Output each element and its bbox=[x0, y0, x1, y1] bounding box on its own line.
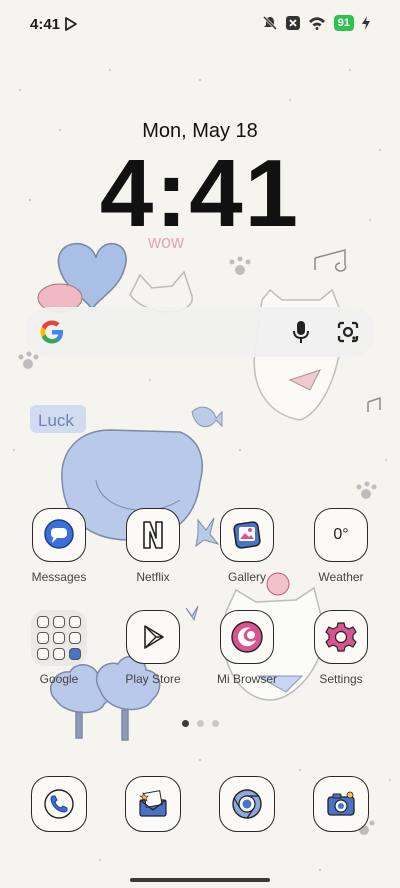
netflix-icon bbox=[126, 508, 180, 562]
page-dot-3[interactable] bbox=[211, 720, 219, 727]
weather-temperature: 0° bbox=[333, 526, 349, 543]
app-label: Netflix bbox=[136, 570, 170, 584]
dock-mail[interactable] bbox=[106, 776, 200, 832]
app-netflix[interactable]: Netflix bbox=[106, 508, 200, 584]
app-gallery[interactable]: Gallery bbox=[200, 508, 294, 584]
status-icons: 91 bbox=[262, 14, 370, 32]
app-label: Google bbox=[39, 672, 79, 686]
home-indicator[interactable] bbox=[130, 878, 270, 882]
svg-text:Luck: Luck bbox=[38, 411, 74, 430]
chrome-icon bbox=[219, 776, 275, 832]
weather-icon: 0° bbox=[314, 508, 368, 562]
app-play-store[interactable]: Play Store bbox=[106, 610, 200, 686]
mail-icon bbox=[125, 776, 181, 832]
app-label: Gallery bbox=[227, 570, 266, 584]
app-label: Messages bbox=[31, 570, 87, 584]
camera-icon bbox=[313, 776, 369, 832]
page-dot-1[interactable] bbox=[181, 720, 189, 727]
messages-icon bbox=[32, 508, 86, 562]
phone-icon bbox=[31, 776, 87, 832]
google-logo bbox=[40, 320, 63, 344]
play-store-icon bbox=[126, 610, 180, 664]
folder-google[interactable]: Google bbox=[12, 610, 106, 686]
page-indicator[interactable] bbox=[0, 720, 400, 727]
page-dot-2[interactable] bbox=[196, 720, 204, 727]
gallery-icon bbox=[220, 508, 274, 562]
app-label: Weather bbox=[318, 570, 364, 584]
app-label: Settings bbox=[319, 672, 363, 686]
clock-time[interactable]: 4:41 bbox=[0, 142, 400, 246]
mute-icon bbox=[262, 15, 277, 31]
dock-chrome[interactable] bbox=[200, 776, 294, 832]
app-label: Mi Browser bbox=[216, 672, 277, 686]
battery-icon: 91 bbox=[333, 15, 354, 31]
dock-camera[interactable] bbox=[294, 776, 388, 832]
app-messages[interactable]: Messages bbox=[12, 508, 106, 584]
wifi-icon bbox=[308, 17, 325, 30]
mic-icon[interactable] bbox=[291, 320, 311, 344]
music-note-doodle bbox=[314, 249, 347, 272]
status-time: 4:41 bbox=[30, 16, 61, 33]
fish-doodle bbox=[191, 406, 223, 428]
play-icon bbox=[65, 17, 77, 31]
folder-icon bbox=[31, 610, 87, 666]
app-mi-browser[interactable]: Mi Browser bbox=[200, 610, 294, 686]
app-label: Play Store bbox=[125, 672, 181, 686]
app-weather[interactable]: 0° Weather bbox=[294, 508, 388, 584]
charging-icon bbox=[362, 16, 370, 30]
google-search-bar[interactable] bbox=[25, 307, 375, 357]
no-sim-icon bbox=[285, 16, 300, 30]
mi-browser-icon bbox=[220, 610, 274, 664]
google-lens-icon[interactable] bbox=[336, 320, 360, 344]
dock-phone[interactable] bbox=[12, 776, 106, 832]
app-settings[interactable]: Settings bbox=[294, 610, 388, 686]
status-bar: 4:41 91 bbox=[0, 0, 400, 44]
settings-gear-icon bbox=[314, 610, 368, 664]
